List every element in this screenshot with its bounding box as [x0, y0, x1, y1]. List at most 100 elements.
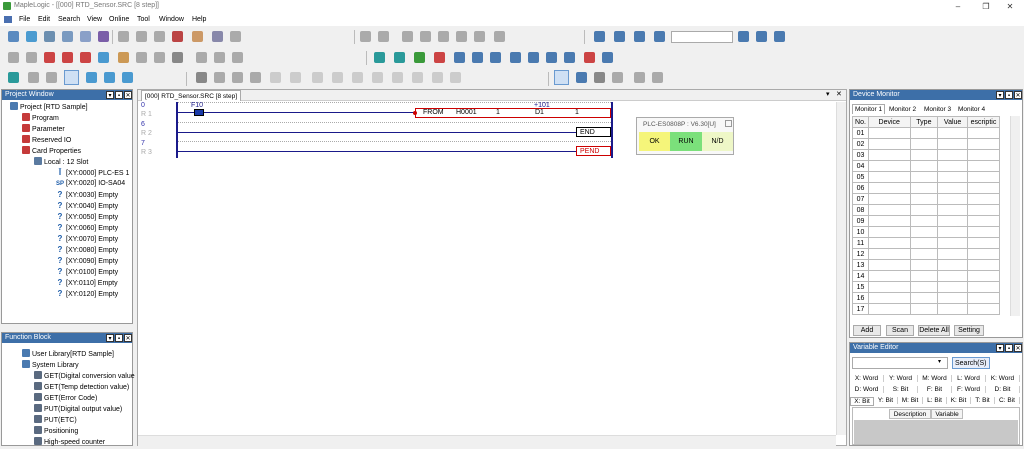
wrench-icon[interactable] — [584, 52, 595, 63]
horizontal-scrollbar[interactable] — [138, 435, 836, 446]
tree-slot-0[interactable]: Ī [XY:0000] PLC-ES 1 — [56, 168, 130, 179]
table-cell[interactable] — [967, 237, 1000, 249]
contact-f10[interactable] — [194, 109, 204, 116]
online-icon[interactable] — [614, 31, 625, 42]
tree-parameter[interactable]: Parameter — [22, 124, 65, 135]
search-button[interactable]: Search(S) — [952, 357, 990, 369]
tab-monitor-4[interactable]: Monitor 4 — [956, 105, 987, 114]
print-icon[interactable] — [212, 31, 223, 42]
write-icon[interactable] — [738, 31, 749, 42]
tab-y-bit[interactable]: Y: Bit — [874, 397, 898, 404]
open-icon[interactable] — [26, 31, 37, 42]
table-cell[interactable] — [937, 127, 968, 139]
table-cell[interactable] — [937, 171, 968, 183]
close-button[interactable]: ✕ — [996, 0, 1024, 13]
tab-s-bit[interactable]: S: Bit — [884, 386, 918, 393]
menu-edit[interactable]: Edit — [38, 16, 50, 23]
table-cell[interactable] — [867, 292, 911, 304]
table-cell[interactable] — [909, 138, 939, 150]
tool-icon[interactable] — [118, 52, 129, 63]
panel-close-button[interactable]: ✕ — [1014, 91, 1022, 99]
save-icon[interactable] — [44, 31, 55, 42]
panel-pin-button[interactable]: ▾ — [106, 91, 114, 99]
table-cell[interactable] — [937, 182, 968, 194]
replace-icon[interactable] — [420, 31, 431, 42]
trace-icon[interactable] — [634, 72, 645, 83]
undo-icon[interactable] — [360, 31, 371, 42]
monitor-icon[interactable] — [654, 31, 665, 42]
menu-view[interactable]: View — [87, 16, 102, 23]
coil-icon[interactable] — [250, 72, 261, 83]
table-cell[interactable] — [967, 303, 1000, 315]
table-cell[interactable] — [909, 270, 939, 282]
editor-tab[interactable]: [000] RTD_Sensor.SRC [8 step] — [141, 90, 242, 101]
menu-search[interactable]: Search — [58, 16, 80, 23]
panel-close-button[interactable]: ✕ — [1014, 344, 1022, 352]
panel-close-button[interactable]: ✕ — [124, 334, 132, 342]
table-row[interactable]: 16 — [852, 292, 1000, 304]
step-run-icon[interactable] — [576, 72, 587, 83]
step-icon[interactable] — [602, 52, 613, 63]
view-mode-2-icon[interactable] — [86, 72, 97, 83]
table-cell[interactable] — [937, 204, 968, 216]
table-cell[interactable] — [909, 303, 939, 315]
setting-button[interactable]: Setting — [954, 325, 984, 336]
table-cell[interactable] — [909, 292, 939, 304]
force-icon[interactable] — [612, 72, 623, 83]
tree-slot-1[interactable]: SP [XY:0020] IO-SA04 — [56, 179, 125, 190]
table-cell[interactable] — [867, 248, 911, 260]
table-cell[interactable] — [867, 160, 911, 172]
memory-icon[interactable] — [472, 52, 483, 63]
link-icon[interactable] — [26, 52, 37, 63]
plc-status-close-icon[interactable] — [725, 120, 732, 127]
set-icon[interactable] — [392, 72, 403, 83]
tab-l-bit[interactable]: L: Bit — [923, 397, 947, 404]
tab-m-word[interactable]: M: Word — [918, 375, 952, 382]
table-cell[interactable] — [967, 226, 1000, 238]
table-cell[interactable] — [967, 204, 1000, 216]
save-all-icon[interactable] — [62, 31, 73, 42]
new-icon[interactable] — [8, 31, 19, 42]
table-cell[interactable] — [909, 160, 939, 172]
verify-icon[interactable] — [774, 31, 785, 42]
menu-file[interactable]: File — [19, 16, 30, 23]
table-cell[interactable] — [909, 171, 939, 183]
search-icon[interactable] — [450, 72, 461, 83]
tree-slot-8[interactable]: ? [XY:0090] Empty — [56, 256, 119, 267]
fb-item[interactable]: Positioning — [34, 426, 78, 437]
goto-icon[interactable] — [438, 31, 449, 42]
table-cell[interactable] — [909, 127, 939, 139]
table-cell[interactable] — [909, 204, 939, 216]
table-row[interactable]: 04 — [852, 160, 1000, 172]
reset-icon[interactable] — [412, 72, 423, 83]
option-icon[interactable] — [136, 52, 147, 63]
pend-instruction[interactable]: PEND — [576, 146, 611, 156]
table-cell[interactable] — [867, 303, 911, 315]
table-row[interactable]: 02 — [852, 138, 1000, 150]
hline-icon[interactable] — [270, 72, 281, 83]
table-icon[interactable] — [528, 52, 539, 63]
run-icon[interactable] — [414, 52, 425, 63]
menu-tool[interactable]: Tool — [137, 16, 150, 23]
bookmark-icon[interactable] — [456, 31, 467, 42]
fb-item[interactable]: High-speed counter — [34, 437, 105, 448]
panel-float-button[interactable]: ▪ — [115, 91, 123, 99]
table-cell[interactable] — [909, 193, 939, 205]
remove-icon[interactable] — [62, 52, 73, 63]
zoom-in-icon[interactable] — [28, 72, 39, 83]
panel-pin-button[interactable]: ▾ — [996, 91, 1004, 99]
table-cell[interactable] — [937, 281, 968, 293]
table-row[interactable]: 11 — [852, 237, 1000, 249]
editor-pin-icon[interactable]: ▾ — [826, 90, 830, 98]
scan-button[interactable]: Scan — [886, 325, 914, 336]
config-icon[interactable] — [154, 52, 165, 63]
tab-monitor-3[interactable]: Monitor 3 — [922, 105, 953, 114]
table-row[interactable]: 07 — [852, 193, 1000, 205]
tab-c-bit[interactable]: C: Bit — [995, 397, 1020, 404]
table-cell[interactable] — [967, 270, 1000, 282]
table-cell[interactable] — [909, 248, 939, 260]
table-cell[interactable] — [909, 226, 939, 238]
stop-plc-icon[interactable] — [434, 52, 445, 63]
table-cell[interactable] — [937, 215, 968, 227]
tab-monitor-1[interactable]: Monitor 1 — [852, 104, 886, 114]
